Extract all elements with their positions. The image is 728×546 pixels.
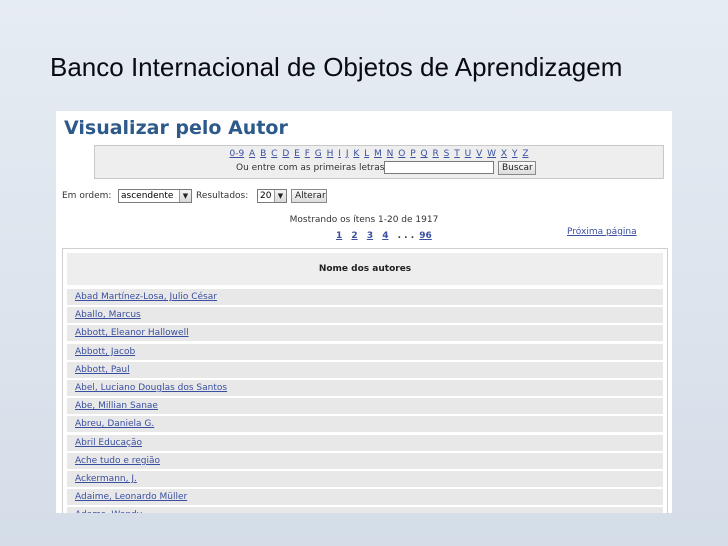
search-button[interactable]: Buscar [498,161,536,175]
table-row: Abbott, Eleanor Hallowell [67,325,663,342]
table-row: Abad Martínez-Losa, Julio César [67,289,663,305]
alphabet-link[interactable]: G [315,149,322,159]
results-label: Resultados: [196,191,249,201]
table-row: Abbott, Jacob [67,343,663,360]
table-row: Ache tudo e região [67,452,663,469]
alphabet-link[interactable]: Z [522,149,528,159]
table-row: Abe, Millian Sanae [67,398,663,415]
alphabet-link[interactable]: B [260,149,266,159]
alphabet-link[interactable]: X [501,149,507,159]
table-row: Adaime, Leonardo Müller [67,489,663,506]
author-link[interactable]: Abbott, Jacob [75,347,135,357]
alphabet-link[interactable]: D [282,149,289,159]
pagination-ellipsis: . . . [397,231,415,241]
page-link-4[interactable]: 4 [382,231,388,241]
alphabet-link[interactable]: W [487,149,496,159]
author-link[interactable]: Ache tudo e região [75,456,160,466]
alphabet-link[interactable]: O [398,149,405,159]
alphabet-link[interactable]: H [327,149,334,159]
author-link[interactable]: Abbott, Paul [75,365,130,375]
alphabet-link[interactable]: Q [421,149,428,159]
alphabet-link[interactable]: N [387,149,394,159]
alphabet-link[interactable]: T [454,149,460,159]
page-link-last[interactable]: 96 [419,231,432,241]
alphabet-link[interactable]: R [433,149,439,159]
pagination: 1 2 3 4 . . . 96 [336,231,438,241]
alphabet-filter-box: 0-9 A B C D E F G H I J K L M N O P Q R … [94,145,664,179]
alter-button[interactable]: Alterar [291,189,327,203]
alphabet-link[interactable]: Y [512,149,518,159]
results-count-text: Mostrando os ítens 1-20 de 1917 [289,215,439,225]
authors-table: Nome dos autores Abad Martínez-Losa, Jul… [62,248,668,513]
next-page-link[interactable]: Próxima página [567,227,637,237]
screenshot-panel: Visualizar pelo Autor 0-9 A B C D E F G … [56,111,672,513]
table-row: Abril Educação [67,434,663,451]
alphabet-link[interactable]: J [346,149,349,159]
alphabet-link[interactable]: 0-9 [229,149,244,159]
table-row: Adams, Wendy [67,507,663,513]
table-row: Abreu, Daniela G. [67,416,663,433]
slide-title: Banco Internacional de Objetos de Aprend… [50,52,623,82]
author-link[interactable]: Abreu, Daniela G. [75,419,154,429]
alphabet-link[interactable]: A [249,149,255,159]
page-link-1[interactable]: 1 [336,231,342,241]
first-letters-input[interactable] [384,161,494,174]
chevron-down-icon: ▼ [274,190,286,202]
alphabet-link[interactable]: F [305,149,310,159]
table-row: Ackermann, J. [67,471,663,487]
order-select[interactable]: ascendente ▼ [118,189,192,203]
page-title: Visualizar pelo Autor [64,117,288,139]
page-link-3[interactable]: 3 [367,231,373,241]
table-row: Abbott, Paul [67,361,663,378]
alphabet-link[interactable]: V [476,149,482,159]
author-link[interactable]: Abe, Millian Sanae [75,401,158,411]
table-row: Aballo, Marcus [67,307,663,324]
alphabet-link[interactable]: K [353,149,359,159]
author-link[interactable]: Abril Educação [75,438,142,448]
author-link[interactable]: Abad Martínez-Losa, Julio César [75,292,217,302]
table-row: Abel, Luciano Douglas dos Santos [67,380,663,396]
page-link-2[interactable]: 2 [351,231,357,241]
chevron-down-icon: ▼ [179,190,191,202]
alphabet-link[interactable]: M [374,149,382,159]
alphabet-index: 0-9 A B C D E F G H I J K L M N O P Q R … [95,149,663,160]
table-header: Nome dos autores [67,253,663,285]
first-letters-label: Ou entre com as primeiras letras: [236,163,388,173]
author-link[interactable]: Ackermann, J. [75,474,137,484]
alphabet-link[interactable]: E [294,149,300,159]
alphabet-link[interactable]: P [410,149,415,159]
author-link[interactable]: Adaime, Leonardo Müller [75,492,187,502]
order-label: Em ordem: [62,191,112,201]
alphabet-link[interactable]: S [444,149,450,159]
order-select-value: ascendente [121,191,174,201]
results-select[interactable]: 20 ▼ [257,189,287,203]
results-select-value: 20 [260,191,272,201]
author-link[interactable]: Aballo, Marcus [75,310,141,320]
author-link[interactable]: Abel, Luciano Douglas dos Santos [75,383,227,393]
alphabet-link[interactable]: L [364,149,369,159]
alphabet-link[interactable]: I [338,149,341,159]
alphabet-link[interactable]: U [465,149,472,159]
author-link[interactable]: Abbott, Eleanor Hallowell [75,328,189,338]
author-link[interactable]: Adams, Wendy [75,510,142,513]
alphabet-link[interactable]: C [271,149,277,159]
